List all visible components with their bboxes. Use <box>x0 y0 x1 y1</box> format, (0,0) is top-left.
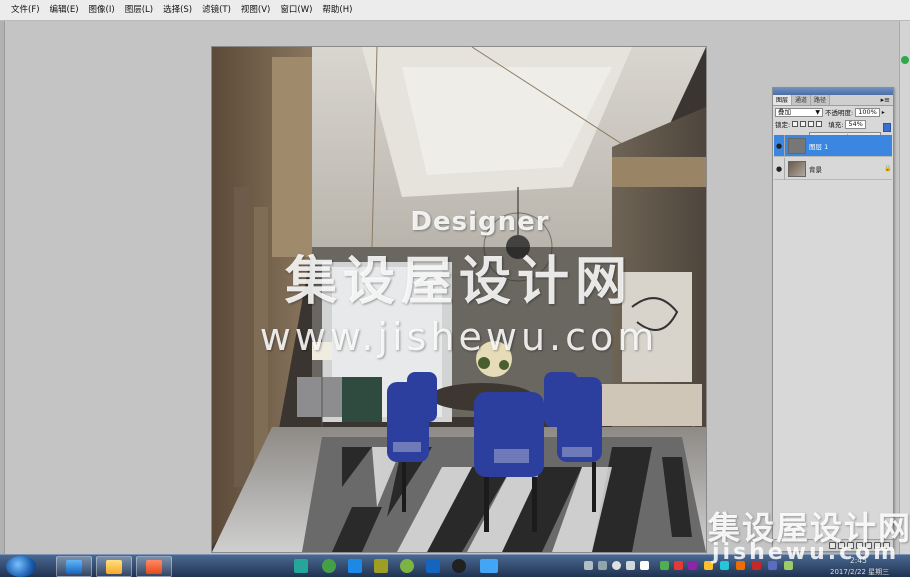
menu-filter[interactable]: 滤镜(T) <box>197 0 236 21</box>
layer-name: 背景 <box>809 165 822 174</box>
tray-app-icon[interactable] <box>688 561 697 570</box>
layer-thumbnail <box>788 160 806 177</box>
chevron-down-icon: ▼ <box>815 108 820 116</box>
ie-icon[interactable] <box>400 559 414 573</box>
fill-label: 填充: <box>828 121 844 129</box>
tray-icon[interactable] <box>584 561 593 570</box>
menu-bar: 文件(F) 编辑(E) 图像(I) 图层(L) 选择(S) 滤镜(T) 视图(V… <box>0 0 910 21</box>
panel-menu-icon[interactable]: ▸≡ <box>881 95 893 105</box>
keyboard-icon[interactable] <box>598 561 607 570</box>
fill-input[interactable]: 54% <box>845 119 866 129</box>
quicklaunch-app-icon[interactable] <box>294 559 308 573</box>
microphone-icon[interactable] <box>626 561 635 570</box>
blend-mode-value: 叠加 <box>778 107 791 116</box>
menu-file[interactable]: 文件(F) <box>6 0 45 21</box>
menu-image[interactable]: 图像(I) <box>84 0 120 21</box>
layer-thumbnail <box>788 137 806 154</box>
feather-icon <box>66 559 82 574</box>
corner-watermark-url: jishewu.com <box>712 540 900 565</box>
start-button[interactable] <box>6 556 36 577</box>
menu-help[interactable]: 帮助(H) <box>317 0 357 21</box>
panel-tabs: 图层 通道 路径 ▸≡ <box>773 95 893 106</box>
opacity-label: 不透明度: <box>825 109 854 117</box>
taskbar-app-feather[interactable] <box>56 556 92 577</box>
menu-select[interactable]: 选择(S) <box>158 0 197 21</box>
eye-icon[interactable]: ● <box>774 157 785 180</box>
window-icon[interactable] <box>480 559 498 573</box>
blend-mode-select[interactable]: 叠加 ▼ <box>775 107 823 117</box>
menu-layer[interactable]: 图层(L) <box>120 0 158 21</box>
watermark-url: www.jishewu.com <box>259 315 659 359</box>
lock-transparent-icon[interactable] <box>792 121 799 127</box>
qq-icon[interactable] <box>452 559 466 573</box>
lock-all-icon[interactable] <box>816 121 823 127</box>
help-icon[interactable] <box>612 561 621 570</box>
layer-name: 图层 1 <box>809 142 829 151</box>
opacity-input[interactable]: 100% <box>855 107 880 117</box>
lock-row: 锁定: 填充: 54% <box>773 118 893 130</box>
lock-position-icon[interactable] <box>808 121 815 127</box>
tab-layers[interactable]: 图层 <box>773 95 793 105</box>
browser-icon[interactable] <box>322 559 336 573</box>
fill-dropdown-button[interactable] <box>883 123 891 132</box>
menu-view[interactable]: 视图(V) <box>236 0 275 21</box>
folder-icon <box>106 559 122 574</box>
layer-row-1[interactable]: ● 图层 1 <box>774 134 892 157</box>
feather-icon[interactable] <box>348 559 362 573</box>
panel-titlebar[interactable] <box>773 88 893 95</box>
eye-icon[interactable]: ● <box>774 134 785 157</box>
settings-icon[interactable] <box>640 561 649 570</box>
network-icon[interactable] <box>660 561 669 570</box>
camera-icon <box>146 559 162 574</box>
watermark-designer: Designer <box>410 207 550 237</box>
layers-panel: 图层 通道 路径 ▸≡ 叠加 ▼ 不透明度: 100% ▸ 锁定: 填充: 54%… <box>772 87 894 552</box>
menu-window[interactable]: 窗口(W) <box>275 0 317 21</box>
watermark-site-name: 集设屋设计网 <box>284 252 633 312</box>
tools-strip[interactable] <box>0 21 5 554</box>
lock-icon: 🔒 <box>884 165 892 172</box>
lock-image-icon[interactable] <box>800 121 807 127</box>
lock-label: 锁定: <box>775 121 791 129</box>
panel-dock-strip[interactable] <box>899 21 910 554</box>
taskbar-app-camera[interactable] <box>136 556 172 577</box>
menu-edit[interactable]: 编辑(E) <box>45 0 84 21</box>
tab-paths[interactable]: 路径 <box>811 95 831 105</box>
document-canvas[interactable]: Designer 集设屋设计网 www.jishewu.com <box>212 47 706 552</box>
status-dot-icon <box>901 56 909 64</box>
layer-row-background[interactable]: ● 背景 🔒 <box>774 157 892 180</box>
monitor-icon[interactable] <box>426 559 440 573</box>
taskbar-app-explorer[interactable] <box>96 556 132 577</box>
tab-channels[interactable]: 通道 <box>792 95 812 105</box>
security-icon[interactable] <box>674 561 683 570</box>
blend-row: 叠加 ▼ 不透明度: 100% ▸ <box>773 106 893 118</box>
document-icon[interactable] <box>374 559 388 573</box>
opacity-arrow-icon[interactable]: ▸ <box>882 109 885 116</box>
clock-date[interactable]: 2017/2/22 星期三 <box>830 567 889 577</box>
